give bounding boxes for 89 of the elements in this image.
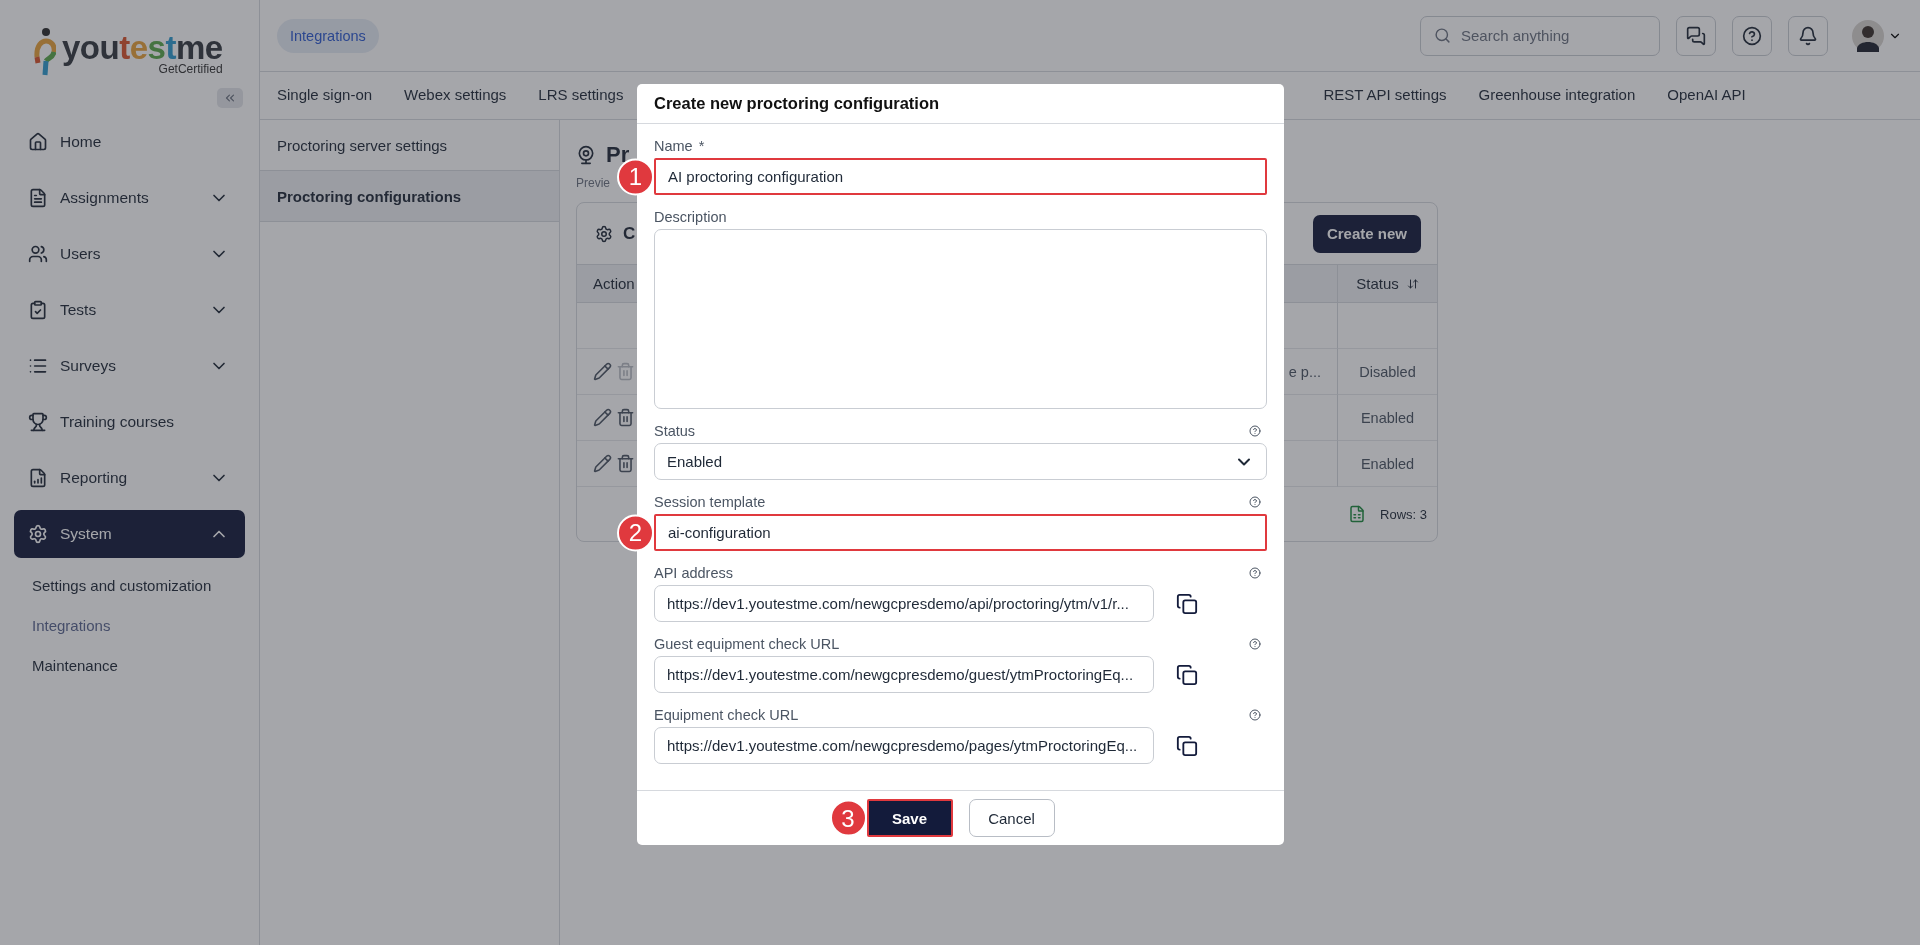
edit-icon[interactable]	[593, 408, 612, 427]
avatar-icon	[1852, 19, 1884, 52]
bell-icon	[1798, 25, 1818, 46]
report-icon	[28, 468, 48, 488]
status-cell: Enabled	[1360, 409, 1415, 426]
tab[interactable]: Greenhouse integration	[1478, 72, 1636, 119]
required-mark: *	[698, 138, 705, 154]
step-marker: 3	[829, 799, 867, 837]
nav-item[interactable]: Users	[14, 230, 245, 278]
field-label: API address	[654, 565, 733, 581]
help-icon	[1742, 25, 1762, 46]
tab[interactable]: LRS settings	[538, 72, 624, 119]
tab[interactable]: OpenAI API	[1667, 72, 1746, 119]
document-icon	[28, 188, 48, 208]
page-subtitle: Previe	[576, 176, 610, 190]
url-field[interactable]: https://dev1.youtestme.com/newgcpresdemo/pages/ytmProctoringEq...	[654, 727, 1154, 764]
description-field[interactable]	[654, 229, 1267, 409]
webcam-icon	[576, 145, 596, 165]
tab[interactable]: REST API settings	[1323, 72, 1447, 119]
copy-icon[interactable]	[1176, 592, 1198, 615]
copy-icon[interactable]	[1176, 734, 1198, 757]
help-icon[interactable]	[1249, 567, 1261, 579]
checklist-icon	[28, 300, 48, 320]
chat-button[interactable]	[1676, 15, 1716, 56]
filter-cell[interactable]	[1337, 303, 1437, 349]
field-label: Status	[654, 423, 696, 439]
status-cell: Disabled	[1359, 363, 1416, 380]
field-label: Description	[654, 209, 727, 225]
logo-tagline: GetCertified	[158, 61, 223, 76]
text-field[interactable]: AI proctoring configuration	[654, 158, 1267, 195]
tab[interactable]: Webex settings	[404, 72, 507, 119]
dialog-title: Create new proctoring configuration	[654, 94, 940, 113]
nav-item[interactable]: Assignments	[14, 174, 245, 222]
text-field[interactable]: ai-configuration	[654, 514, 1267, 551]
row-count: Rows: 3	[1380, 506, 1427, 522]
nav-subitem[interactable]: Maintenance	[14, 646, 245, 686]
status-cell: Enabled	[1360, 455, 1415, 472]
collapse-button[interactable]	[217, 88, 243, 108]
spreadsheet-icon[interactable]	[1348, 505, 1367, 523]
url-field[interactable]: https://dev1.youtestme.com/newgcpresdemo/api/proctoring/ytm/v1/r...	[654, 585, 1154, 622]
collapse-icon	[223, 91, 237, 105]
avatar-button[interactable]	[1852, 19, 1902, 52]
help-icon[interactable]	[1249, 425, 1261, 437]
tab[interactable]: Single sign-on	[277, 72, 373, 119]
search-field[interactable]: Search anything	[1420, 15, 1660, 56]
save-button[interactable]: Save	[866, 799, 953, 837]
nav-item[interactable]: Training courses	[14, 398, 245, 446]
help-icon[interactable]	[1249, 709, 1261, 721]
help-button[interactable]	[1732, 15, 1772, 56]
breadcrumb[interactable]: Integrations	[277, 18, 379, 53]
help-icon[interactable]	[1249, 638, 1261, 650]
sort-icon[interactable]	[1406, 277, 1419, 290]
search-icon	[1434, 27, 1451, 44]
delete-icon[interactable]	[616, 408, 635, 427]
users-icon	[28, 244, 48, 264]
nav-item[interactable]: Surveys	[14, 342, 245, 390]
field-label: Guest equipment check URL	[654, 636, 840, 652]
help-icon[interactable]	[1249, 496, 1261, 508]
chat-icon	[1686, 25, 1706, 46]
nav-subitem[interactable]: Integrations	[14, 606, 245, 646]
column-header[interactable]: Action	[593, 275, 635, 292]
edit-icon[interactable]	[593, 362, 612, 381]
field-label: Session template	[654, 494, 766, 510]
url-field[interactable]: https://dev1.youtestme.com/newgcpresdemo/guest/ytmProctoringEq...	[654, 656, 1154, 693]
home-icon	[28, 132, 48, 152]
nav-subitem[interactable]: Settings and customization	[14, 566, 245, 606]
subnav-item[interactable]: Proctoring configurations	[260, 171, 559, 222]
card-title: C	[623, 223, 636, 244]
list-icon	[28, 356, 48, 376]
notifications-button[interactable]	[1788, 15, 1828, 56]
delete-icon[interactable]	[616, 454, 635, 473]
settings-icon	[595, 224, 613, 243]
create-new-button[interactable]: Create new	[1312, 214, 1421, 253]
copy-icon[interactable]	[1176, 663, 1198, 686]
nav-item[interactable]: Home	[14, 118, 245, 166]
nav-item[interactable]: System	[14, 510, 245, 558]
field-label: Name	[654, 138, 693, 154]
nav-item[interactable]: Tests	[14, 286, 245, 334]
step-marker: 2	[617, 514, 654, 551]
nav-item[interactable]: Reporting	[14, 454, 245, 502]
settings-icon	[28, 524, 48, 544]
table-cell: e p...	[1288, 363, 1321, 380]
status-select[interactable]: Enabled	[654, 443, 1267, 480]
field-label: Equipment check URL	[654, 707, 799, 723]
column-header[interactable]: Status	[1356, 275, 1399, 292]
logo-wordmark: youtestme	[62, 30, 223, 64]
cancel-button[interactable]: Cancel	[968, 799, 1055, 837]
trophy-icon	[28, 412, 48, 432]
edit-icon[interactable]	[593, 454, 612, 473]
